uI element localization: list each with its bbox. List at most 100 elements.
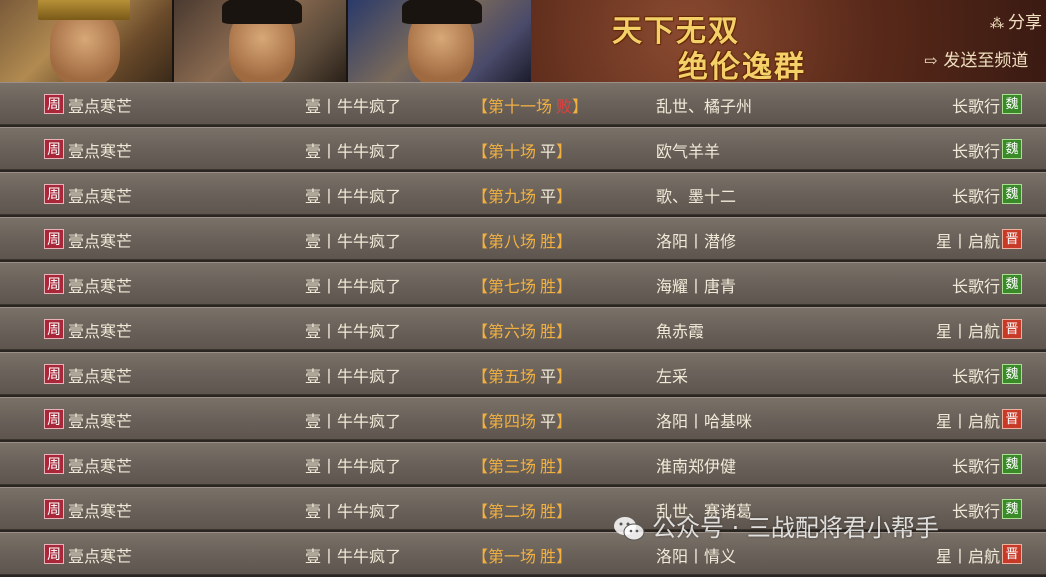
zhou-badge-icon: 周 [44,499,64,519]
match-result: 败 [556,97,573,116]
zhou-badge-icon: 周 [44,454,64,474]
wechat-icon [614,517,645,541]
match-number: 【第三场 [472,457,537,476]
jin-faction-icon: 晋 [1002,319,1022,339]
match-bracket-close: 】 [556,502,573,521]
match-bracket-close: 】 [556,232,573,251]
opponent-name: 洛阳丨哈基咪 [656,412,753,431]
battle-row[interactable]: 周壹点寒芒 壹丨牛牛疯了 【第七场 胜】 海耀丨唐青 长歌行魏 [0,262,1046,305]
match-number: 【第七场 [472,277,537,296]
general-portrait-3 [346,0,533,82]
jin-faction-icon: 晋 [1002,229,1022,249]
match-number: 【第一场 [472,547,537,566]
battle-row[interactable]: 周壹点寒芒 壹丨牛牛疯了 【第九场 平】 歌、墨十二 长歌行魏 [0,172,1046,215]
player-server: 壹丨牛牛疯了 [305,457,402,476]
zhou-badge-icon: 周 [44,319,64,339]
match-label: 【第二场 胜】 [472,498,572,522]
battle-row[interactable]: 周壹点寒芒 壹丨牛牛疯了 【第十场 平】 欧气羊羊 长歌行魏 [0,127,1046,170]
player-name: 壹点寒芒 [68,412,133,431]
battle-row[interactable]: 周壹点寒芒 壹丨牛牛疯了 【第六场 胜】 魚赤霞 星丨启航晋 [0,307,1046,350]
wei-faction-icon: 魏 [1002,454,1022,474]
match-bracket-close: 】 [556,277,573,296]
send-to-channel-button[interactable]: ⇨ 发送至频道 [924,46,1028,71]
player-name: 壹点寒芒 [68,457,133,476]
send-label: 发送至频道 [943,51,1029,71]
wei-faction-icon: 魏 [1002,184,1022,204]
opponent-server: 长歌行 [951,502,1000,521]
send-icon: ⇨ [924,51,938,70]
title-line-2: 绝伦逸群 [678,50,806,82]
match-label: 【第九场 平】 [472,183,572,207]
watermark: 公众号 · 三战配将君小帮手 [612,508,939,543]
wei-faction-icon: 魏 [1002,274,1022,294]
player-server: 壹丨牛牛疯了 [305,502,402,521]
match-bracket-close: 】 [556,322,573,341]
match-result: 平 [540,412,557,431]
opponent-name: 洛阳丨情义 [656,547,737,566]
match-label: 【第六场 胜】 [472,318,572,342]
player-server: 壹丨牛牛疯了 [305,367,402,386]
match-bracket-close: 】 [556,367,573,386]
zhou-badge-icon: 周 [44,274,64,294]
opponent-server: 星丨启航 [935,412,1000,431]
battle-record-list: 周壹点寒芒 壹丨牛牛疯了 【第十一场 败】 乱世、橘子州 长歌行魏周壹点寒芒 壹丨牛牛疯了【… [0,82,1046,577]
battle-row[interactable]: 周壹点寒芒 壹丨牛牛疯了 【第三场 胜】 淮南郑伊健 长歌行魏 [0,442,1046,485]
match-result: 胜 [540,232,557,251]
match-bracket-close: 】 [556,187,573,206]
opponent-name: 欧气羊羊 [656,142,721,161]
share-button[interactable]: ⁂ 分享 [990,8,1042,33]
match-result: 胜 [540,502,557,521]
match-label: 【第八场 胜】 [472,228,572,252]
match-bracket-close: 】 [556,142,573,161]
match-number: 【第八场 [472,232,537,251]
player-server: 壹丨牛牛疯了 [305,322,402,341]
match-result: 胜 [540,457,557,476]
opponent-name: 淮南郑伊健 [656,457,737,476]
match-label: 【第四场 平】 [472,408,572,432]
opponent-name: 左采 [656,367,689,386]
match-label: 【第十一场 败】 [472,93,588,117]
jin-faction-icon: 晋 [1002,409,1022,429]
match-result: 平 [540,142,557,161]
match-number: 【第二场 [472,502,537,521]
opponent-server: 长歌行 [951,367,1000,386]
player-name: 壹点寒芒 [68,187,133,206]
wei-faction-icon: 魏 [1002,94,1022,114]
player-server: 壹丨牛牛疯了 [305,97,402,116]
match-label: 【第三场 胜】 [472,453,572,477]
wei-faction-icon: 魏 [1002,139,1022,159]
opponent-server: 长歌行 [951,187,1000,206]
player-name: 壹点寒芒 [68,142,133,161]
match-number: 【第五场 [472,367,537,386]
share-icon: ⁂ [990,16,1004,32]
battle-row[interactable]: 周壹点寒芒 壹丨牛牛疯了 【第八场 胜】 洛阳丨潜修 星丨启航晋 [0,217,1046,260]
general-portrait-2 [172,0,346,82]
player-name: 壹点寒芒 [68,232,133,251]
match-result: 胜 [540,277,557,296]
watermark-text: 公众号 · 三战配将君小帮手 [652,514,939,542]
player-server: 壹丨牛牛疯了 [305,142,402,161]
player-server: 壹丨牛牛疯了 [305,277,402,296]
player-name: 壹点寒芒 [68,277,133,296]
player-name: 壹点寒芒 [68,97,133,116]
match-label: 【第五场 平】 [472,363,572,387]
opponent-name: 魚赤霞 [656,322,705,341]
battle-row[interactable]: 周壹点寒芒 壹丨牛牛疯了 【第五场 平】 左采 长歌行魏 [0,352,1046,395]
match-label: 【第一场 胜】 [472,543,572,567]
opponent-name: 洛阳丨潜修 [656,232,737,251]
opponent-server: 星丨启航 [935,322,1000,341]
player-server: 壹丨牛牛疯了 [305,412,402,431]
opponent-name: 乱世、橘子州 [656,97,753,116]
match-bracket-close: 】 [556,412,573,431]
jin-faction-icon: 晋 [1002,544,1022,564]
player-name: 壹点寒芒 [68,502,133,521]
match-result: 平 [540,367,557,386]
battle-row[interactable]: 周壹点寒芒 壹丨牛牛疯了 【第四场 平】 洛阳丨哈基咪 星丨启航晋 [0,397,1046,440]
zhou-badge-icon: 周 [44,364,64,384]
match-bracket-close: 】 [556,547,573,566]
opponent-name: 歌、墨十二 [656,187,737,206]
opponent-server: 星丨启航 [935,232,1000,251]
zhou-badge-icon: 周 [44,229,64,249]
player-name: 壹点寒芒 [68,322,133,341]
battle-row[interactable]: 周壹点寒芒 壹丨牛牛疯了 【第十一场 败】 乱世、橘子州 长歌行魏 [0,82,1046,125]
